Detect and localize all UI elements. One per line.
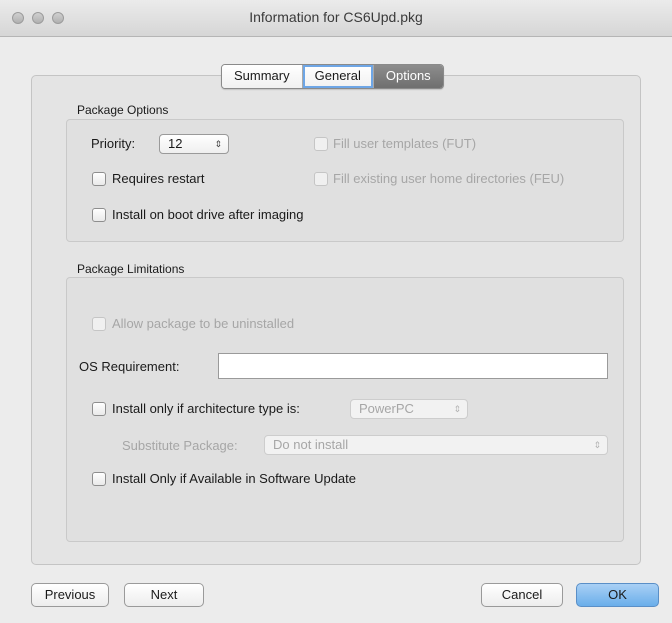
tab-bar: Summary General Options bbox=[221, 64, 444, 89]
fill-existing-homes-checkbox[interactable] bbox=[314, 172, 328, 186]
substitute-package-popup[interactable]: Do not install ⇕ bbox=[264, 435, 608, 455]
architecture-popup[interactable]: PowerPC ⇕ bbox=[350, 399, 468, 419]
package-limitations-title: Package Limitations bbox=[77, 262, 185, 276]
title-bar: Information for CS6Upd.pkg bbox=[0, 0, 672, 37]
priority-value: 12 bbox=[168, 136, 183, 151]
allow-uninstall-checkbox[interactable] bbox=[92, 317, 106, 331]
fill-user-templates-checkbox[interactable] bbox=[314, 137, 328, 151]
requires-restart-label: Requires restart bbox=[112, 171, 205, 186]
architecture-value: PowerPC bbox=[359, 401, 414, 416]
software-update-checkbox[interactable] bbox=[92, 472, 106, 486]
tab-summary[interactable]: Summary bbox=[222, 65, 303, 88]
cancel-button[interactable]: Cancel bbox=[481, 583, 563, 607]
popup-arrows-icon: ⇕ bbox=[214, 139, 222, 149]
os-requirement-label: OS Requirement: bbox=[79, 359, 180, 374]
popup-arrows-icon: ⇕ bbox=[593, 440, 601, 450]
previous-button[interactable]: Previous bbox=[31, 583, 109, 607]
priority-label: Priority: bbox=[91, 136, 136, 151]
install-on-boot-label: Install on boot drive after imaging bbox=[112, 207, 304, 222]
priority-popup[interactable]: 12 ⇕ bbox=[159, 134, 229, 154]
tab-general[interactable]: General bbox=[302, 65, 374, 88]
install-on-boot-checkbox[interactable] bbox=[92, 208, 106, 222]
architecture-label: Install only if architecture type is: bbox=[112, 401, 300, 416]
os-requirement-field[interactable] bbox=[218, 353, 608, 379]
requires-restart-checkbox[interactable] bbox=[92, 172, 106, 186]
window-title: Information for CS6Upd.pkg bbox=[249, 9, 423, 25]
tab-options[interactable]: Options bbox=[373, 65, 443, 88]
substitute-package-value: Do not install bbox=[273, 437, 349, 452]
fill-existing-homes-label: Fill existing user home directories (FEU… bbox=[333, 171, 565, 186]
next-button[interactable]: Next bbox=[124, 583, 204, 607]
software-update-label: Install Only if Available in Software Up… bbox=[112, 471, 357, 486]
ok-button[interactable]: OK bbox=[576, 583, 659, 607]
package-options-title: Package Options bbox=[77, 103, 169, 117]
allow-uninstall-label: Allow package to be uninstalled bbox=[112, 316, 295, 331]
architecture-checkbox[interactable] bbox=[92, 402, 106, 416]
fill-user-templates-label: Fill user templates (FUT) bbox=[333, 136, 477, 151]
substitute-package-label: Substitute Package: bbox=[122, 438, 238, 453]
popup-arrows-icon: ⇕ bbox=[453, 404, 461, 414]
